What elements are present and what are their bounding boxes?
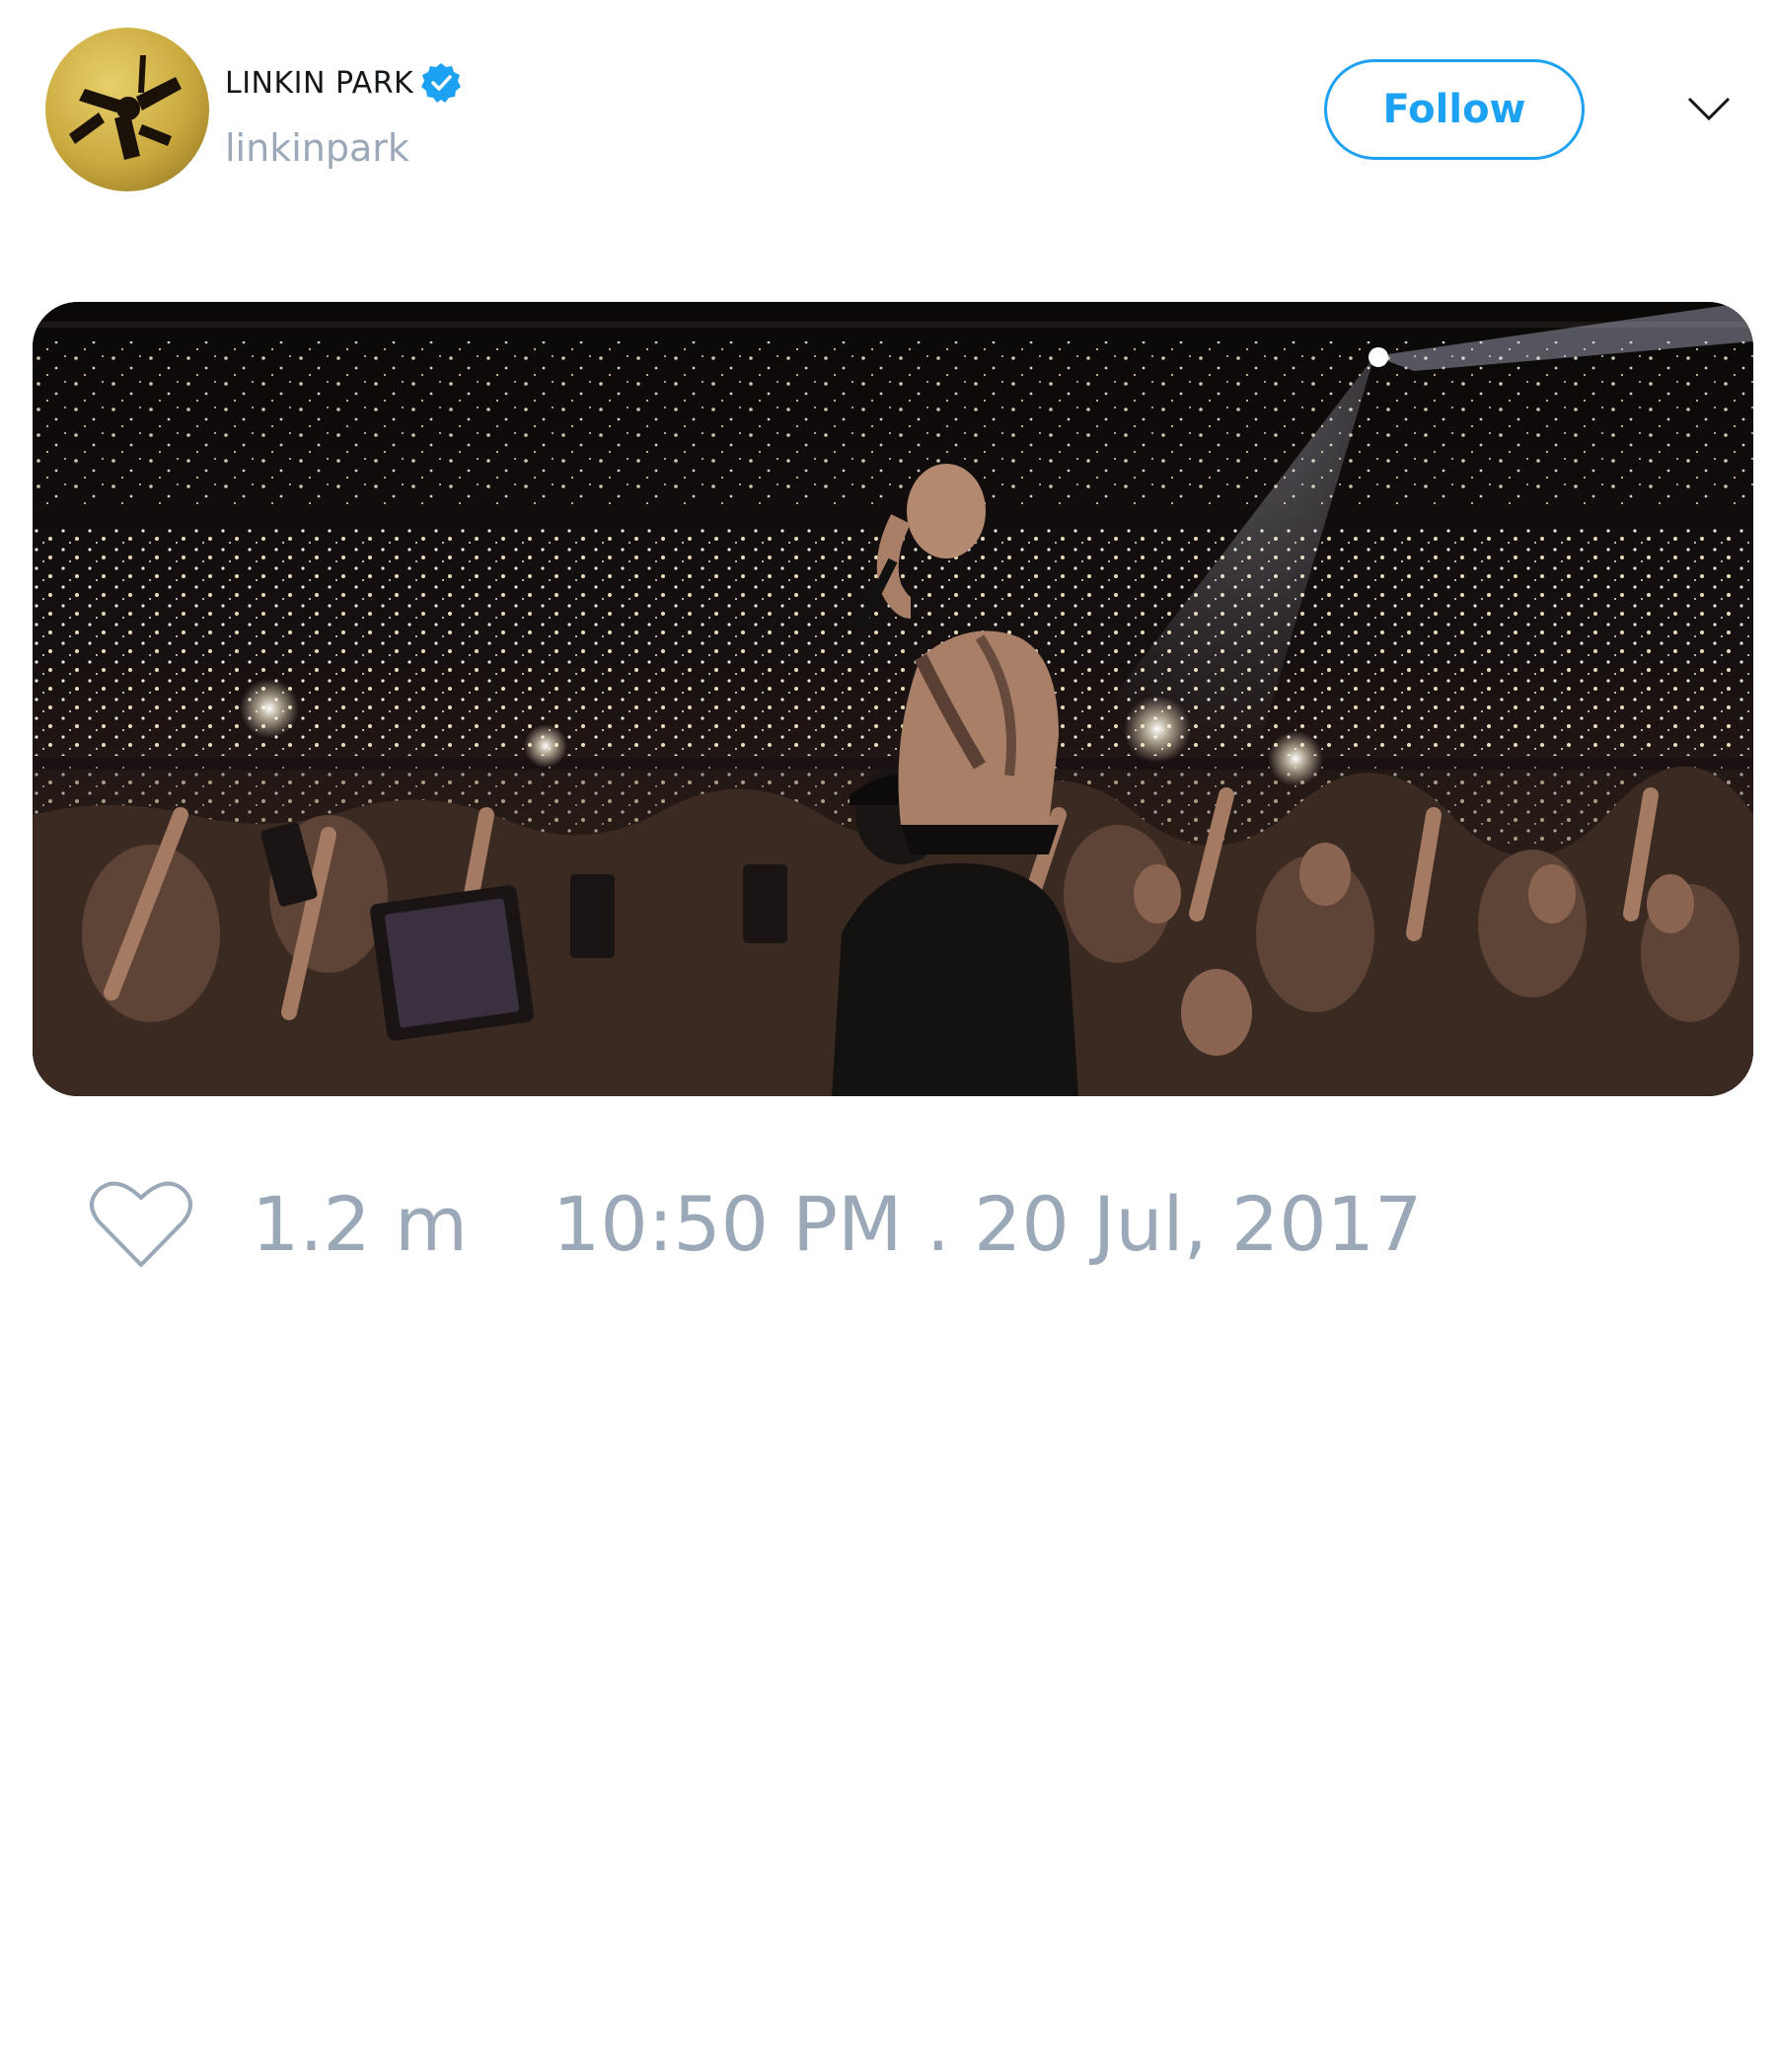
account-name-row: LINKIN PARK — [225, 61, 463, 105]
display-name[interactable]: LINKIN PARK — [225, 66, 413, 101]
like-count: 1.2 m — [252, 1180, 469, 1268]
linkin-park-logo-icon — [69, 55, 182, 160]
follow-button[interactable]: Follow — [1324, 59, 1585, 160]
chevron-down-icon[interactable] — [1685, 89, 1733, 128]
tweet-timestamp[interactable]: 10:50 PM . 20 Jul, 2017 — [553, 1180, 1422, 1268]
avatar[interactable] — [45, 28, 209, 191]
heart-icon[interactable] — [87, 1174, 195, 1273]
account-handle[interactable]: linkinpark — [225, 126, 409, 170]
tweet-media-photo[interactable] — [33, 302, 1753, 1096]
verified-badge-icon — [421, 63, 462, 103]
concert-photo-icon — [33, 302, 1753, 1096]
